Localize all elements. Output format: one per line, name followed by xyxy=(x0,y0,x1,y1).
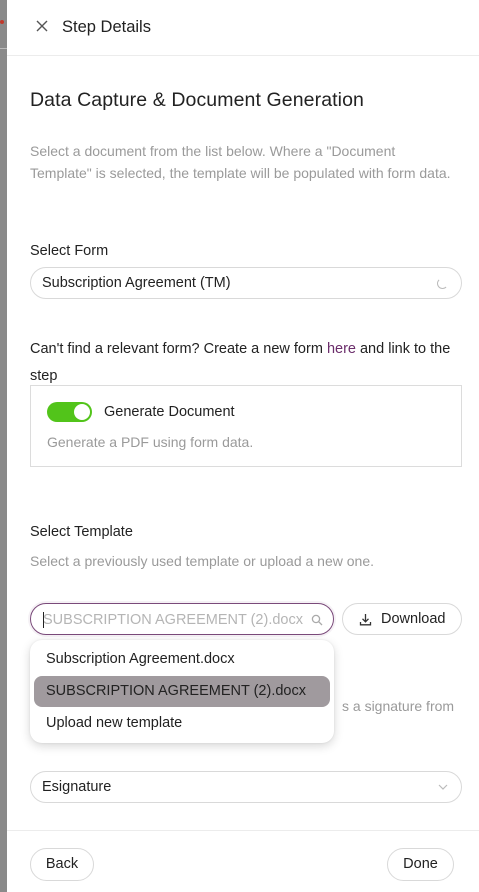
template-option-selected[interactable]: SUBSCRIPTION AGREEMENT (2).docx xyxy=(34,676,330,707)
download-label: Download xyxy=(381,611,446,627)
upload-template-option[interactable]: Upload new template xyxy=(34,708,330,739)
back-button[interactable]: Back xyxy=(30,848,94,881)
page-title: Data Capture & Document Generation xyxy=(30,89,364,111)
background-divider xyxy=(0,48,7,49)
close-icon[interactable] xyxy=(35,19,49,33)
loading-spinner-icon xyxy=(437,278,448,289)
generate-document-description: Generate a PDF using form data. xyxy=(47,434,254,450)
page-description: Select a document from the list below. W… xyxy=(30,143,451,181)
toggle-knob xyxy=(74,404,90,420)
select-form-value: Subscription Agreement (TM) xyxy=(42,275,231,291)
template-options-dropdown: Subscription Agreement.docx SUBSCRIPTION… xyxy=(30,640,334,743)
signature-type-value: Esignature xyxy=(42,779,112,795)
download-button[interactable]: Download xyxy=(342,603,462,635)
form-hint: Can't find a relevant form? Create a new… xyxy=(30,336,455,390)
signature-type-dropdown[interactable]: Esignature xyxy=(30,771,462,803)
signature-description: s a signature from xyxy=(342,698,455,714)
template-option[interactable]: Subscription Agreement.docx xyxy=(34,644,330,675)
background-overlay xyxy=(0,0,7,892)
select-form-label: Select Form xyxy=(30,243,109,259)
step-details-panel: Step Details Data Capture & Document Gen… xyxy=(7,0,479,892)
panel-header: Step Details xyxy=(7,0,479,56)
chevron-down-icon xyxy=(438,784,448,790)
form-hint-text: Can't find a relevant form? Create a new… xyxy=(30,341,327,357)
template-search-field[interactable] xyxy=(30,603,334,635)
select-template-description: Select a previously used template or upl… xyxy=(30,553,374,569)
select-template-label: Select Template xyxy=(30,524,133,540)
select-form-dropdown[interactable]: Subscription Agreement (TM) xyxy=(30,267,462,299)
search-icon xyxy=(311,614,323,626)
template-search-input[interactable] xyxy=(43,610,303,630)
download-icon xyxy=(359,614,372,626)
generate-document-label: Generate Document xyxy=(104,404,235,420)
generate-document-card: Generate Document Generate a PDF using f… xyxy=(30,385,462,467)
panel-title: Step Details xyxy=(62,18,151,36)
text-caret xyxy=(43,612,44,628)
generate-document-toggle[interactable] xyxy=(47,402,92,422)
done-button[interactable]: Done xyxy=(387,848,454,881)
background-marker xyxy=(0,20,4,24)
create-form-link[interactable]: here xyxy=(327,341,356,357)
panel-footer: Back Done xyxy=(7,830,479,892)
